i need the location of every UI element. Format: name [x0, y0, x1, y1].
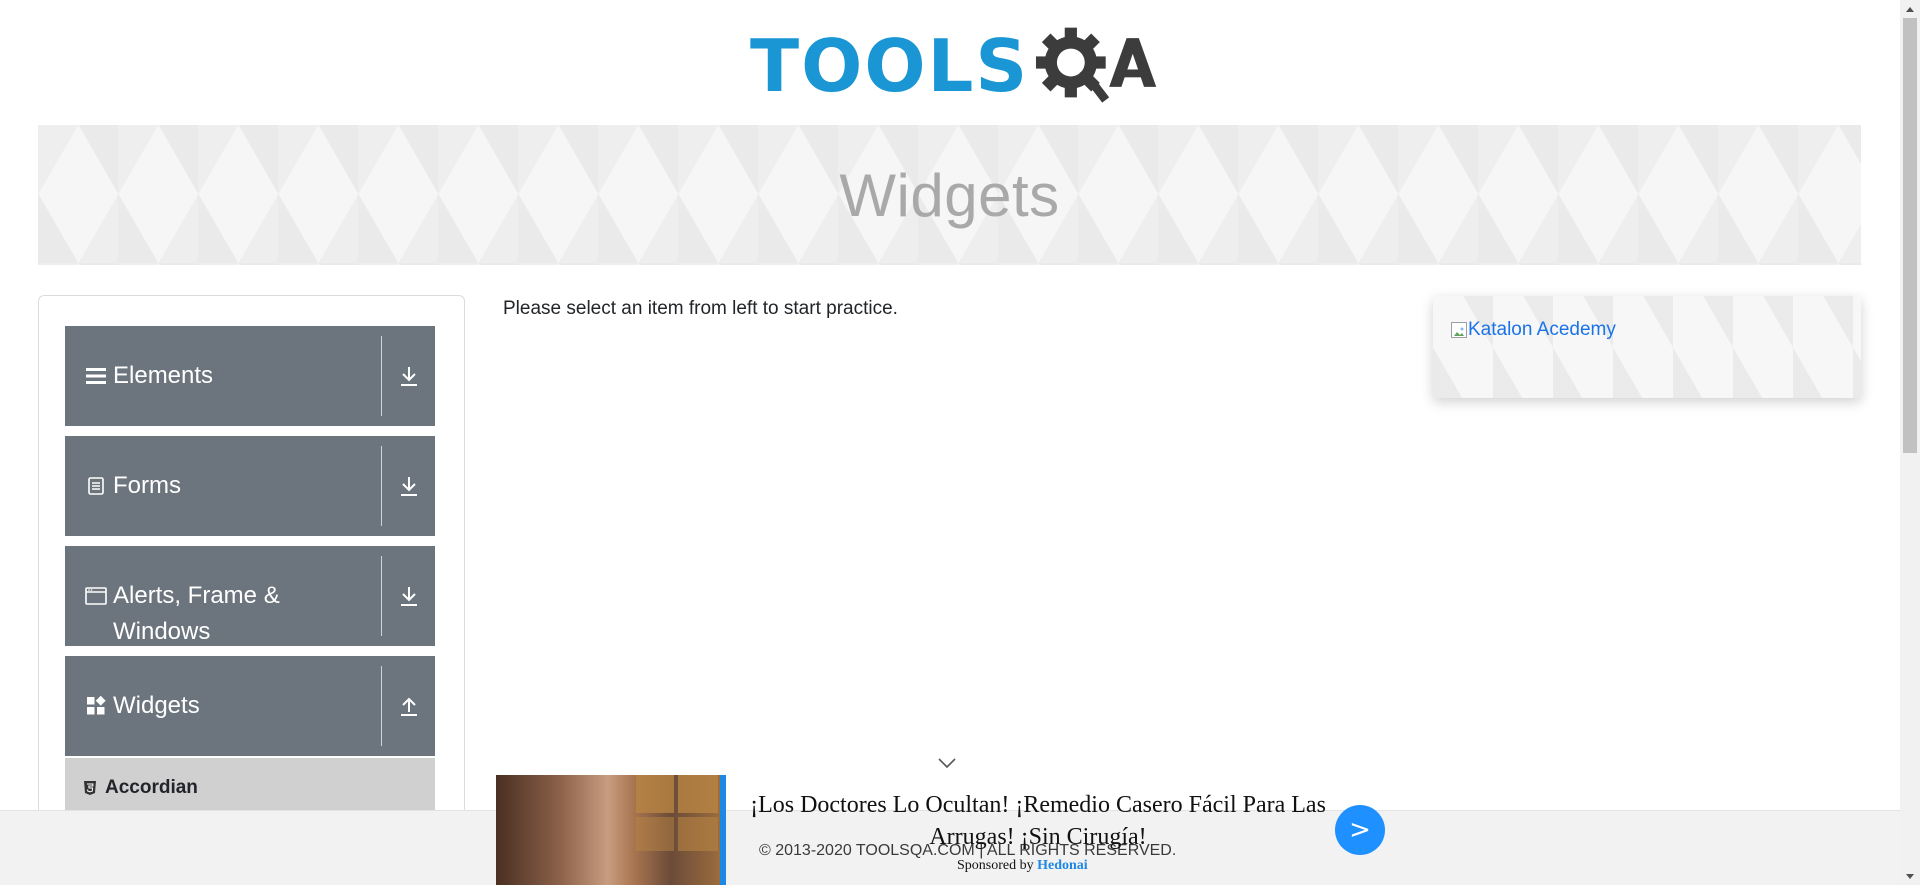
left-navigation-panel: Elements Forms Alerts, Frame & Windows W… — [38, 295, 465, 885]
sponsored-prefix: Sponsored by — [957, 858, 1034, 873]
download-arrow-icon — [400, 477, 417, 496]
widgets-icon — [85, 695, 107, 717]
nav-group-alerts-frame-windows[interactable]: Alerts, Frame & Windows — [65, 546, 435, 646]
intro-text: Please select an item from left to start… — [503, 298, 898, 319]
sponsored-by-text: Sponsored by Hedonai — [957, 858, 1088, 874]
menu-item-accordian[interactable]: Accordian — [65, 758, 435, 818]
expand-elements-button[interactable] — [382, 326, 435, 426]
download-arrow-icon — [400, 587, 417, 606]
expand-alerts-button[interactable] — [382, 546, 435, 646]
group-header-forms[interactable]: Forms — [65, 436, 380, 536]
group-header-widgets[interactable]: Widgets — [65, 656, 380, 756]
expand-forms-button[interactable] — [382, 436, 435, 536]
nav-group-widgets[interactable]: Widgets — [65, 656, 435, 756]
page-banner: Widgets — [38, 125, 1861, 265]
katalon-ad-card: Katalon Acedemy — [1433, 296, 1861, 398]
menu-item-label: Accordian — [105, 777, 198, 798]
html5-icon — [84, 781, 96, 795]
group-header-alerts[interactable]: Alerts, Frame & Windows — [65, 546, 380, 646]
nav-group-elements[interactable]: Elements — [65, 326, 435, 426]
document-icon — [85, 475, 107, 497]
logo-qa-gear-icon — [1036, 27, 1157, 103]
ad-headline[interactable]: ¡Los Doctores Lo Ocultan! ¡Remedio Caser… — [748, 789, 1328, 853]
collapse-widgets-button[interactable] — [382, 656, 435, 756]
katalon-ad-link[interactable]: Katalon Acedemy — [1451, 319, 1616, 341]
scroll-down-arrow-icon[interactable] — [1900, 868, 1920, 885]
group-label-elements: Elements — [113, 362, 214, 389]
bottom-ad-banner[interactable]: ¡Los Doctores Lo Ocultan! ¡Remedio Caser… — [496, 775, 1386, 885]
scroll-thumb[interactable] — [1903, 18, 1917, 453]
collapse-ad-chevron-icon[interactable] — [936, 755, 958, 771]
nav-group-forms[interactable]: Forms — [65, 436, 435, 536]
scroll-up-arrow-icon[interactable] — [1900, 0, 1920, 17]
group-label-forms: Forms — [113, 472, 181, 499]
toolsqa-logo[interactable]: TOOLS — [750, 18, 1160, 114]
upload-arrow-icon — [400, 697, 417, 716]
download-arrow-icon — [400, 367, 417, 386]
broken-image-icon — [1451, 322, 1467, 338]
page-title: Widgets — [839, 161, 1060, 229]
group-header-elements[interactable]: Elements — [65, 326, 380, 426]
hamburger-icon — [85, 365, 107, 387]
katalon-ad-alt-text: Katalon Acedemy — [1468, 319, 1616, 340]
logo-tools-text: TOOLS — [750, 24, 1030, 108]
group-label-alerts: Alerts, Frame & Windows — [113, 582, 280, 645]
window-icon — [85, 585, 107, 607]
page-scrollbar[interactable] — [1900, 0, 1920, 885]
widgets-menu-list: Accordian — [65, 758, 435, 818]
group-label-widgets: Widgets — [113, 692, 200, 719]
sponsor-link[interactable]: Hedonai — [1037, 858, 1088, 873]
ad-photo-image[interactable] — [496, 775, 726, 885]
ad-next-button[interactable]: > — [1335, 805, 1385, 855]
